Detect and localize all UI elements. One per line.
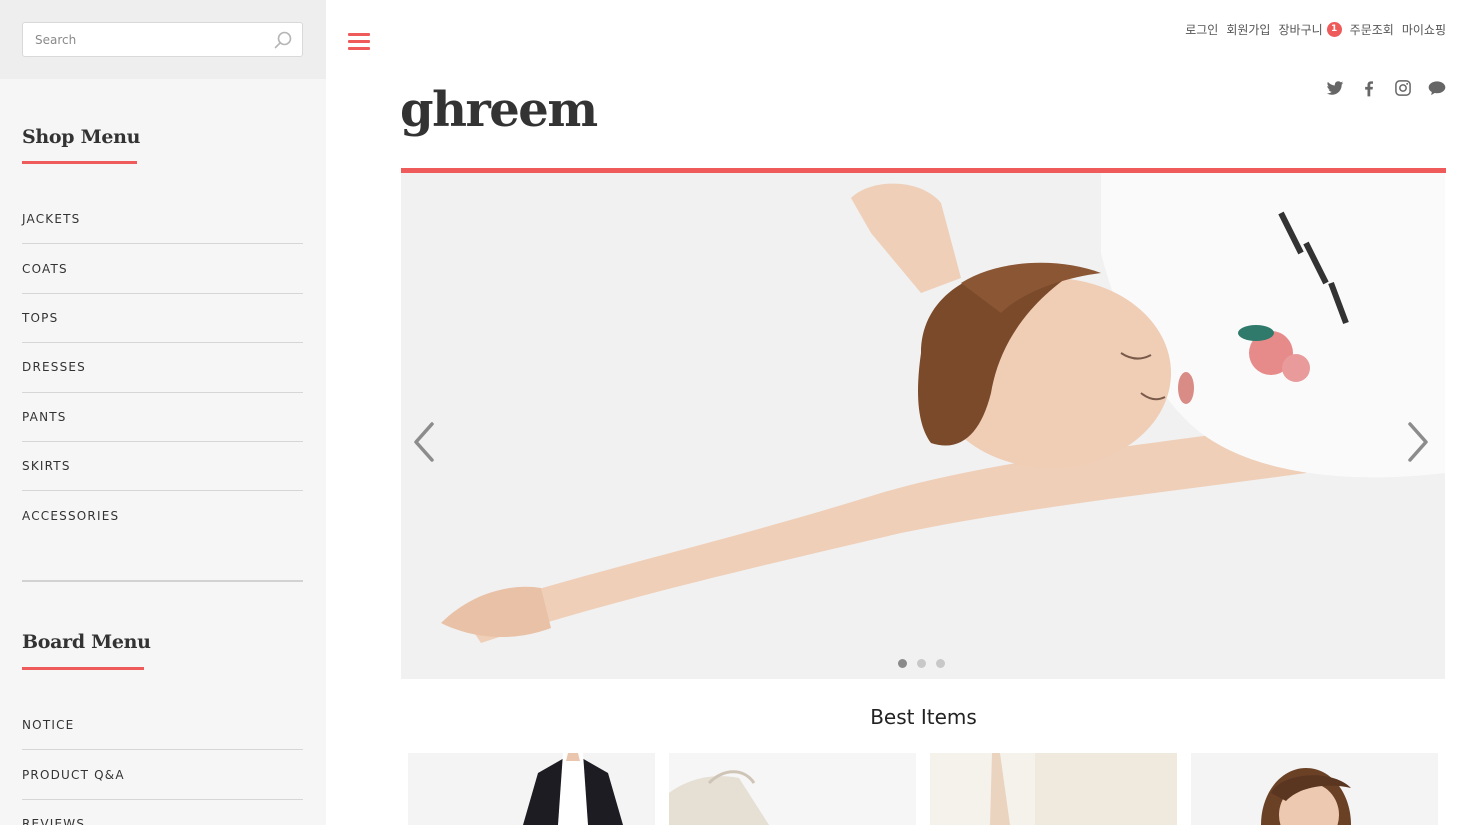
top-links: 로그인 회원가입 장바구니 1 주문조회 마이쇼핑 [1185,21,1446,38]
join-link[interactable]: 회원가입 [1226,21,1270,38]
shop-menu-item-accessories[interactable]: ACCESSORIES [22,491,303,540]
hamburger-menu-icon[interactable] [348,33,370,51]
board-menu-title: Board Menu [22,631,151,653]
shop-menu-item-tops[interactable]: TOPS [22,294,303,344]
board-menu-item-reviews[interactable]: REVIEWS [22,800,303,825]
site-logo[interactable]: ghreem [400,82,598,138]
product-image [930,753,1177,825]
hero-slide-image [401,173,1445,679]
sidebar: Shop Menu JACKETS COATS TOPS DRESSES PAN… [0,0,326,825]
search-box[interactable] [22,22,303,57]
shop-menu-list: JACKETS COATS TOPS DRESSES PANTS SKIRTS … [22,195,303,541]
best-items-grid [408,753,1438,825]
shop-menu-item-coats[interactable]: COATS [22,244,303,294]
social-icons [1325,78,1447,98]
product-image [669,753,916,825]
shop-menu-item-skirts[interactable]: SKIRTS [22,442,303,492]
shop-menu-item-jackets[interactable]: JACKETS [22,195,303,245]
product-card[interactable] [930,753,1177,825]
my-shopping-link[interactable]: 마이쇼핑 [1402,21,1446,38]
login-link[interactable]: 로그인 [1185,21,1218,38]
best-items-title: Best Items [870,705,977,729]
slider-dots [898,659,945,668]
product-card[interactable] [408,753,655,825]
cart-count-badge: 1 [1326,22,1342,37]
chat-icon[interactable] [1427,78,1447,98]
instagram-icon[interactable] [1393,78,1413,98]
board-menu-underline [22,667,144,670]
slider-next-arrow-icon[interactable] [1404,420,1432,464]
order-lookup-link[interactable]: 주문조회 [1350,21,1394,38]
board-menu-item-notice[interactable]: NOTICE [22,701,303,751]
hero-illustration [401,173,1445,679]
search-area [0,0,326,79]
product-image [1191,753,1438,825]
slider-prev-arrow-icon[interactable] [410,420,438,464]
cart-link-label[interactable]: 장바구니 [1278,21,1322,38]
twitter-icon[interactable] [1325,78,1345,98]
slider-dot-2[interactable] [917,659,926,668]
sidebar-divider [22,580,303,582]
board-menu-item-product-qa[interactable]: PRODUCT Q&A [22,750,303,800]
board-menu-list: NOTICE PRODUCT Q&A REVIEWS [22,701,303,825]
cart-link[interactable]: 장바구니 1 [1278,21,1342,38]
product-card[interactable] [1191,753,1438,825]
shop-menu-item-pants[interactable]: PANTS [22,393,303,442]
product-card[interactable] [669,753,916,825]
search-icon[interactable] [273,30,293,50]
facebook-icon[interactable] [1359,78,1379,98]
search-input[interactable] [23,23,263,56]
shop-menu-title: Shop Menu [22,126,141,148]
slider-dot-1[interactable] [898,659,907,668]
shop-menu-underline [22,161,137,164]
shop-menu-item-dresses[interactable]: DRESSES [22,343,303,393]
slider-dot-3[interactable] [936,659,945,668]
product-image [408,753,655,825]
